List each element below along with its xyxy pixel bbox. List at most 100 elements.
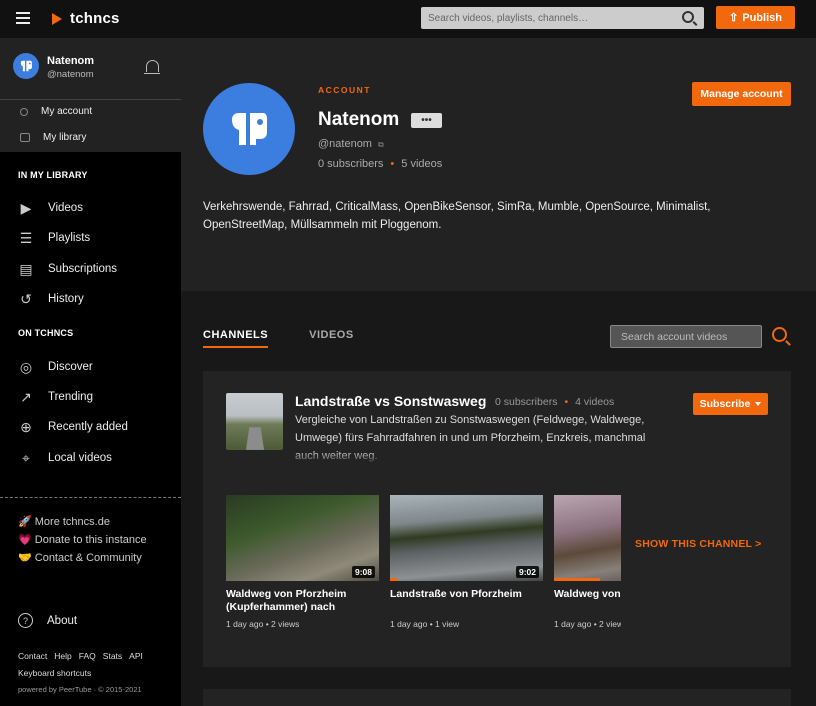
history-icon: ↺ — [20, 290, 32, 307]
account-search-box — [610, 325, 762, 348]
show-channel-link[interactable]: SHOW THIS CHANNEL > — [635, 538, 761, 550]
more-icon: ••• — [421, 114, 432, 126]
sidebar-item-about[interactable]: ? About — [18, 613, 77, 628]
separator-dot: • — [390, 158, 395, 170]
video-duration: 9:02 — [515, 566, 539, 578]
link-donate[interactable]: 💗 Donate to this instance — [18, 533, 147, 546]
account-avatar — [203, 83, 295, 175]
sidebar-divider — [0, 497, 181, 498]
search-input[interactable] — [421, 7, 671, 29]
footer-link-stats[interactable]: Stats — [103, 651, 122, 661]
video-title[interactable]: Landstraße von Pforzheim — [390, 588, 543, 614]
footer-links: Contact Help FAQ Stats API — [18, 651, 143, 661]
channel-subscriber-count: 0 subscribers — [495, 396, 558, 408]
video-thumbnail[interactable] — [554, 495, 621, 581]
sidebar-item-label: Subscriptions — [48, 263, 118, 275]
video-title[interactable]: Waldweg von Huchenfeld nach — [554, 588, 621, 614]
publish-label: Publish — [742, 11, 782, 24]
sidebar-item-videos[interactable]: ▶ Videos — [18, 200, 83, 216]
subscriptions-icon: ▤ — [19, 260, 33, 277]
subscribe-button[interactable]: Subscribe — [693, 393, 768, 415]
sidebar-item-label: Recently added — [48, 421, 128, 433]
video-meta: 1 day ago • 2 views — [226, 619, 300, 629]
elephant-icon — [20, 60, 32, 72]
sidebar-item-label: Trending — [48, 391, 93, 403]
publish-button[interactable]: ⇧ Publish — [716, 6, 795, 29]
search-icon[interactable] — [772, 327, 787, 342]
plus-circle-icon: ⊕ — [20, 418, 32, 435]
chevron-down-icon — [755, 402, 762, 406]
avatar[interactable] — [13, 53, 39, 79]
main-content: ACCOUNT Natenom ••• @natenom ⧉ 0 subscri… — [181, 38, 816, 706]
sidebar-item-label: Local videos — [48, 452, 112, 464]
subscriber-count: 0 subscribers — [318, 158, 384, 170]
search-icon[interactable] — [682, 11, 694, 23]
footer-link-help[interactable]: Help — [54, 651, 71, 661]
video-title[interactable]: Waldweg von Pforzheim (Kupferhammer) nac… — [226, 588, 379, 614]
sidebar-item-discover[interactable]: ◎ Discover — [18, 358, 93, 375]
video-card[interactable]: 9:02 Landstraße von Pforzheim 1 day ago … — [390, 495, 543, 629]
keyboard-shortcuts-link[interactable]: Keyboard shortcuts — [18, 668, 91, 678]
top-header: tchncs ⇧ Publish — [0, 0, 816, 38]
account-links: My account My library — [0, 99, 181, 152]
video-thumbnail[interactable]: 9:02 — [390, 495, 543, 581]
tab-videos[interactable]: VIDEOS — [309, 329, 354, 348]
link-contact-community[interactable]: 🤝 Contact & Community — [18, 551, 142, 564]
sidebar-item-label: My account — [41, 106, 93, 117]
footer-link-contact[interactable]: Contact — [18, 651, 47, 661]
sidebar-item-label: Playlists — [48, 232, 91, 244]
link-more-tchncs[interactable]: 🚀 More tchncs.de — [18, 515, 110, 528]
footer-link-faq[interactable]: FAQ — [79, 651, 96, 661]
channel-video-count: 4 videos — [575, 396, 615, 408]
account-handle: @natenom — [318, 138, 372, 150]
logo-text: tchncs — [70, 10, 120, 27]
logo[interactable]: tchncs — [52, 10, 120, 27]
globe-icon: ◎ — [19, 358, 33, 375]
elephant-icon — [232, 113, 267, 145]
sidebar-item-trending[interactable]: ↗ Trending — [18, 389, 93, 405]
video-card[interactable]: 9:08 Waldweg von Pforzheim (Kupferhammer… — [226, 495, 379, 629]
sidebar: Natenom @natenom My account My library I… — [0, 38, 181, 706]
library-icon — [20, 133, 30, 142]
sidebar-item-my-account[interactable]: My account — [20, 106, 92, 117]
subscribe-label: Subscribe — [699, 398, 751, 410]
video-count: 5 videos — [401, 158, 443, 170]
search-box — [421, 7, 704, 29]
video-meta: 1 day ago • 1 view — [390, 619, 460, 629]
more-options-button[interactable]: ••• — [411, 113, 442, 128]
section-title-library: IN MY LIBRARY — [18, 170, 88, 180]
video-duration: 9:08 — [351, 566, 375, 578]
section-title-instance: ON TCHNCS — [18, 328, 74, 338]
footer-link-api[interactable]: API — [129, 651, 143, 661]
sidebar-item-recently-added[interactable]: ⊕ Recently added — [18, 418, 128, 435]
user-block: Natenom @natenom — [0, 38, 181, 99]
user-name: Natenom — [47, 55, 95, 67]
account-stats: 0 subscribers • 5 videos — [318, 158, 442, 170]
bell-icon[interactable] — [144, 60, 160, 74]
account-search-input[interactable] — [611, 326, 761, 347]
sidebar-item-history[interactable]: ↺ History — [18, 290, 84, 307]
sidebar-item-local-videos[interactable]: ⌖ Local videos — [18, 449, 112, 466]
channel-avatar[interactable] — [226, 393, 283, 450]
menu-icon[interactable] — [16, 12, 30, 24]
manage-account-button[interactable]: Manage account — [692, 82, 791, 106]
sidebar-item-my-library[interactable]: My library — [20, 132, 86, 143]
watch-progress — [390, 578, 398, 581]
video-meta: 1 day ago • 2 views — [554, 619, 621, 629]
video-thumbnail[interactable]: 9:08 — [226, 495, 379, 581]
sidebar-item-label: About — [47, 614, 78, 627]
channel-card: Landstraße vs Sonstwasweg 0 subscribers •… — [203, 371, 791, 667]
powered-by[interactable]: powered by PeerTube · © 2015-2021 — [18, 685, 142, 694]
sidebar-item-subscriptions[interactable]: ▤ Subscriptions — [18, 260, 118, 277]
video-card[interactable]: Waldweg von Huchenfeld nach 1 day ago • … — [554, 495, 621, 629]
location-icon: ⌖ — [22, 449, 30, 466]
channel-name[interactable]: Landstraße vs Sonstwasweg — [295, 393, 486, 409]
tab-channels[interactable]: CHANNELS — [203, 329, 269, 348]
account-tabs: CHANNELS VIDEOS — [203, 329, 354, 348]
watch-progress — [554, 578, 600, 581]
account-name: Natenom — [318, 109, 400, 130]
account-header: ACCOUNT Natenom ••• @natenom ⧉ 0 subscri… — [181, 38, 816, 291]
sidebar-item-label: My library — [43, 132, 87, 143]
copy-icon[interactable]: ⧉ — [378, 140, 384, 149]
sidebar-item-playlists[interactable]: ☰ Playlists — [18, 230, 91, 246]
